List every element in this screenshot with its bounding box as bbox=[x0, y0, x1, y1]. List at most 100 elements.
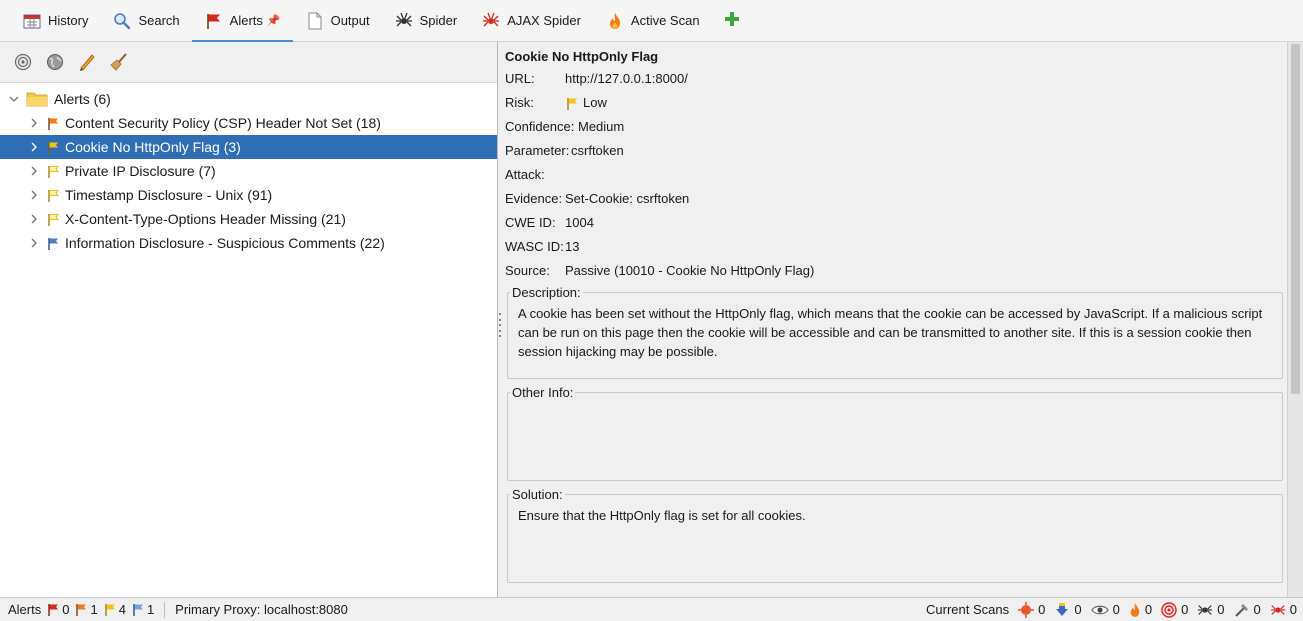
status-separator bbox=[164, 601, 166, 618]
other-info-label: Other Info: bbox=[512, 385, 574, 400]
tab-ajax-spider[interactable]: AJAX Spider bbox=[469, 0, 593, 42]
chevron-right-icon[interactable] bbox=[28, 190, 40, 200]
tree-item-label: Private IP Disclosure (7) bbox=[65, 163, 216, 179]
tree-item-label: Cookie No HttpOnly Flag (3) bbox=[65, 139, 241, 155]
detail-scrollbar[interactable] bbox=[1287, 42, 1303, 597]
low-risk-flag-icon bbox=[46, 164, 60, 178]
wasc-value: 13 bbox=[565, 239, 580, 254]
status-bar: Alerts 0 1 4 1 Primary Proxy: localhost:… bbox=[0, 597, 1303, 621]
chevron-down-icon[interactable] bbox=[8, 95, 20, 103]
magnifier-icon bbox=[112, 12, 132, 30]
add-tab-button[interactable] bbox=[720, 0, 744, 42]
tree-item-x-content-type[interactable]: X-Content-Type-Options Header Missing (2… bbox=[0, 207, 497, 231]
url-label: URL: bbox=[505, 71, 535, 86]
risk-row: Risk: Low bbox=[505, 91, 1287, 115]
parameter-row: Parameter: csrftoken bbox=[505, 139, 1287, 163]
high-flag-icon bbox=[48, 604, 59, 616]
tree-item-label: X-Content-Type-Options Header Missing (2… bbox=[65, 211, 346, 227]
source-row: Source: Passive (10010 - Cookie No HttpO… bbox=[505, 259, 1287, 283]
tree-root-label: Alerts (6) bbox=[54, 91, 111, 107]
tree-item-info-disclosure[interactable]: Information Disclosure - Suspicious Comm… bbox=[0, 231, 497, 255]
wasc-row: WASC ID: 13 bbox=[505, 235, 1287, 259]
source-value: Passive (10010 - Cookie No HttpOnly Flag… bbox=[565, 263, 815, 278]
ajax-spider-icon bbox=[1270, 604, 1285, 615]
tab-search[interactable]: Search bbox=[100, 0, 191, 42]
tab-alerts[interactable]: Alerts 📌 bbox=[191, 0, 293, 43]
info-alerts-count: 1 bbox=[132, 602, 154, 617]
chevron-right-icon[interactable] bbox=[28, 118, 40, 128]
tab-spider[interactable]: Spider bbox=[382, 0, 470, 42]
tab-label: Output bbox=[330, 13, 370, 28]
tab-active-scan[interactable]: Active Scan bbox=[593, 0, 712, 42]
scrollbar-thumb[interactable] bbox=[1291, 44, 1300, 394]
tab-output[interactable]: Output bbox=[293, 0, 382, 42]
info-flag-icon bbox=[46, 236, 60, 250]
red-flag-icon bbox=[204, 12, 224, 30]
globe-icon[interactable] bbox=[44, 51, 66, 73]
cwe-row: CWE ID: 1004 bbox=[505, 211, 1287, 235]
pin-icon[interactable]: 📌 bbox=[267, 14, 281, 27]
chevron-right-icon[interactable] bbox=[28, 142, 40, 152]
scan-download-count: 0 bbox=[1054, 602, 1082, 618]
tree-item-label: Content Security Policy (CSP) Header Not… bbox=[65, 115, 381, 131]
tree-item-cookie-httponly[interactable]: Cookie No HttpOnly Flag (3) bbox=[0, 135, 497, 159]
wasc-label: WASC ID: bbox=[505, 239, 564, 254]
tree-root-alerts[interactable]: Alerts (6) bbox=[0, 87, 497, 111]
target-icon[interactable] bbox=[12, 51, 34, 73]
medium-alerts-count: 1 bbox=[75, 602, 98, 617]
download-arrow-icon bbox=[1056, 602, 1069, 616]
chevron-right-icon[interactable] bbox=[28, 238, 40, 248]
low-flag-icon bbox=[105, 604, 115, 616]
cwe-value: 1004 bbox=[565, 215, 594, 230]
alert-title: Cookie No HttpOnly Flag bbox=[505, 49, 659, 64]
scan-eye-count: 0 bbox=[1090, 602, 1120, 617]
tree-item-csp[interactable]: Content Security Policy (CSP) Header Not… bbox=[0, 111, 497, 135]
burst-icon bbox=[1018, 601, 1035, 618]
folder-icon bbox=[26, 91, 48, 107]
medium-risk-flag-icon bbox=[46, 116, 60, 130]
broom-icon[interactable] bbox=[108, 51, 130, 73]
pencil-icon[interactable] bbox=[76, 51, 98, 73]
tree-item-private-ip[interactable]: Private IP Disclosure (7) bbox=[0, 159, 497, 183]
document-icon bbox=[305, 12, 325, 30]
chevron-right-icon[interactable] bbox=[28, 166, 40, 176]
url-row: URL: http://127.0.0.1:8000/ bbox=[505, 67, 1287, 91]
parameter-value: csrftoken bbox=[571, 143, 624, 158]
eye-icon bbox=[1090, 605, 1109, 614]
scan-ajax-spider-count: 0 bbox=[1270, 602, 1297, 618]
spider-icon bbox=[394, 12, 414, 30]
target-icon bbox=[1161, 601, 1177, 618]
source-label: Source: bbox=[505, 263, 550, 278]
alert-detail-panel: Cookie No HttpOnly Flag URL: http://127.… bbox=[503, 42, 1287, 597]
scan-target-count: 0 bbox=[1161, 601, 1188, 618]
risk-label: Risk: bbox=[505, 95, 534, 110]
solution-section: Solution: Ensure that the HttpOnly flag … bbox=[507, 487, 1283, 583]
tab-label: Active Scan bbox=[630, 13, 700, 28]
low-risk-flag-icon bbox=[565, 96, 579, 110]
scan-flame-count: 0 bbox=[1129, 602, 1152, 618]
medium-flag-icon bbox=[76, 604, 87, 616]
description-text[interactable]: A cookie has been set without the HttpOn… bbox=[518, 300, 1272, 361]
tree-item-timestamp[interactable]: Timestamp Disclosure - Unix (91) bbox=[0, 183, 497, 207]
plus-icon bbox=[724, 11, 740, 30]
confidence-row: Confidence: Medium bbox=[505, 115, 1287, 139]
description-section: Description: A cookie has been set witho… bbox=[507, 285, 1283, 379]
solution-label: Solution: bbox=[512, 487, 563, 502]
evidence-row: Evidence: Set-Cookie: csrftoken bbox=[505, 187, 1287, 211]
current-scans-label: Current Scans bbox=[926, 602, 1010, 617]
confidence-text: Confidence: Medium bbox=[505, 119, 625, 134]
tab-history[interactable]: History bbox=[10, 0, 100, 42]
tree-item-label: Information Disclosure - Suspicious Comm… bbox=[65, 235, 385, 251]
alerts-tree-panel: Alerts (6) Content Security Policy (CSP)… bbox=[0, 42, 498, 597]
info-flag-icon bbox=[133, 604, 143, 616]
other-info-text[interactable] bbox=[518, 400, 1272, 404]
ajax-spider-icon bbox=[481, 12, 501, 30]
evidence-label: Evidence: bbox=[505, 191, 563, 206]
low-risk-flag-icon bbox=[46, 188, 60, 202]
tab-label: History bbox=[48, 13, 89, 28]
flame-icon bbox=[605, 12, 625, 30]
chevron-right-icon[interactable] bbox=[28, 214, 40, 224]
solution-text[interactable]: Ensure that the HttpOnly flag is set for… bbox=[518, 502, 1272, 525]
attack-row: Attack: bbox=[505, 163, 1287, 187]
risk-value: Low bbox=[583, 95, 607, 110]
